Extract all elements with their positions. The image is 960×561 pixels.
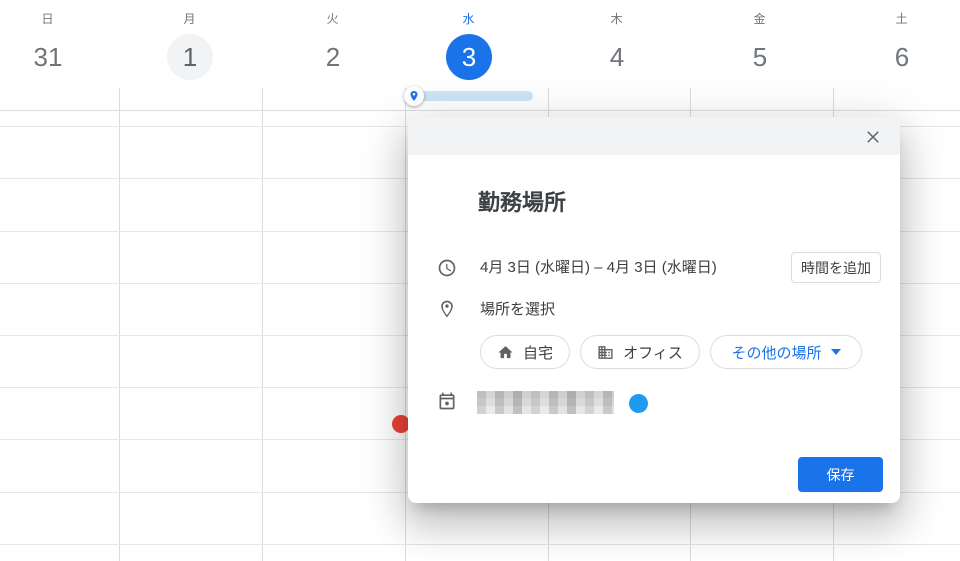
date-number[interactable]: 2 (310, 34, 356, 80)
day-header-mon[interactable]: 月 1 (145, 10, 235, 80)
weekday-label: 水 (462, 12, 476, 26)
date-number[interactable]: 5 (737, 34, 783, 80)
caret-down-icon (830, 349, 841, 355)
dialog-title: 勤務場所 (478, 190, 567, 215)
weekday-label: 木 (610, 12, 624, 26)
date-number[interactable]: 4 (594, 34, 640, 80)
date-number-selected[interactable]: 3 (446, 34, 492, 80)
calendar-icon (439, 392, 455, 410)
weekday-label: 火 (326, 12, 340, 26)
day-header-sat[interactable]: 土 6 (857, 10, 947, 80)
date-number[interactable]: 6 (879, 34, 925, 80)
add-time-button[interactable]: 時間を追加 (791, 252, 881, 283)
save-button[interactable]: 保存 (798, 457, 883, 492)
weekday-label: 土 (895, 12, 909, 26)
day-header-sun[interactable]: 日 31 (3, 10, 93, 80)
calendar-selector-redacted[interactable] (477, 391, 614, 414)
close-button[interactable] (854, 118, 892, 155)
chip-other-location[interactable]: その他の場所 (710, 335, 862, 369)
location-pin-icon (410, 91, 418, 101)
close-icon (867, 130, 879, 143)
weekday-label: 日 (41, 12, 55, 26)
day-header-fri[interactable]: 金 5 (715, 10, 805, 80)
grid-line (0, 110, 960, 111)
office-icon (598, 345, 613, 359)
calendar-week-view: 日 31 月 1 火 2 水 3 木 4 金 5 土 6 勤務場所 4月 3日 … (0, 0, 960, 561)
location-select-label: 場所を選択 (480, 301, 556, 318)
location-pin-icon (441, 300, 453, 318)
grid-line (119, 88, 120, 561)
weekday-label: 月 (183, 12, 197, 26)
clock-icon (438, 259, 456, 277)
chip-label: オフィス (623, 344, 683, 362)
chip-label: 自宅 (522, 344, 553, 362)
grid-line (0, 544, 960, 545)
day-header-wed-selected[interactable]: 水 3 (424, 10, 514, 80)
working-location-event-pill[interactable] (414, 91, 533, 101)
working-location-event-badge[interactable] (404, 86, 424, 106)
date-range-text: 4月 3日 (水曜日) – 4月 3日 (水曜日) (480, 259, 717, 276)
chip-home[interactable]: 自宅 (480, 335, 570, 369)
chip-office[interactable]: オフィス (580, 335, 700, 369)
dialog-header-bar (408, 117, 900, 155)
chip-label: その他の場所 (731, 344, 822, 362)
date-number[interactable]: 31 (25, 34, 71, 80)
working-location-dialog: 勤務場所 4月 3日 (水曜日) – 4月 3日 (水曜日) 時間を追加 場所を… (408, 117, 900, 503)
grid-line (405, 88, 406, 561)
home-icon (498, 345, 513, 358)
calendar-color-dot (629, 394, 648, 413)
grid-line (262, 88, 263, 561)
date-number[interactable]: 1 (167, 34, 213, 80)
day-header-tue[interactable]: 火 2 (288, 10, 378, 80)
weekday-label: 金 (753, 12, 767, 26)
day-header-thu[interactable]: 木 4 (572, 10, 662, 80)
